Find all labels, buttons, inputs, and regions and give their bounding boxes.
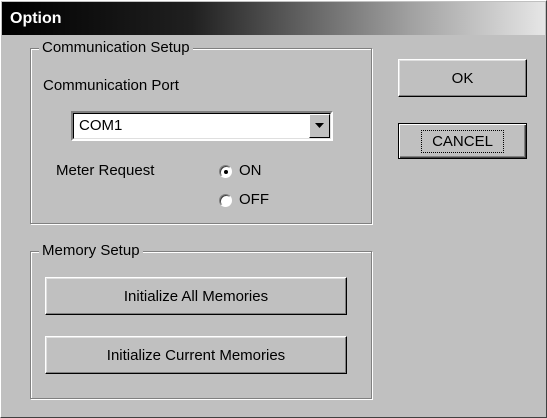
radio-selected-dot <box>224 170 228 174</box>
cancel-label: CANCEL <box>421 129 504 153</box>
radio-circle-on <box>219 165 232 178</box>
radio-circle-off <box>219 194 232 207</box>
communication-port-value: COM1 <box>79 117 123 134</box>
meter-request-on-radio[interactable] <box>219 165 232 178</box>
initialize-current-memories-label: Initialize Current Memories <box>106 346 286 364</box>
initialize-current-memories-button[interactable]: Initialize Current Memories <box>45 336 347 374</box>
window-title: Option <box>10 10 62 27</box>
chevron-down-icon <box>315 123 324 128</box>
communication-port-label: Communication Port <box>43 77 179 94</box>
initialize-all-memories-button[interactable]: Initialize All Memories <box>45 277 347 315</box>
meter-request-off-label[interactable]: OFF <box>239 190 269 210</box>
meter-request-off-radio[interactable] <box>219 194 232 207</box>
communication-port-select[interactable]: COM1 <box>71 111 333 141</box>
communication-setup-label: Communication Setup <box>39 38 193 58</box>
meter-request-on-label[interactable]: ON <box>239 161 262 181</box>
memory-setup-label: Memory Setup <box>39 241 143 261</box>
initialize-all-memories-label: Initialize All Memories <box>123 287 269 305</box>
memory-setup-group: Memory Setup <box>30 241 372 399</box>
dropdown-button[interactable] <box>309 114 330 138</box>
cancel-button[interactable]: CANCEL <box>398 123 527 159</box>
ok-button[interactable]: OK <box>398 59 527 97</box>
meter-request-label: Meter Request <box>56 162 155 179</box>
ok-label: OK <box>451 69 474 87</box>
option-dialog: Option Communication Setup Communication… <box>0 0 547 418</box>
title-bar: Option <box>2 2 545 35</box>
